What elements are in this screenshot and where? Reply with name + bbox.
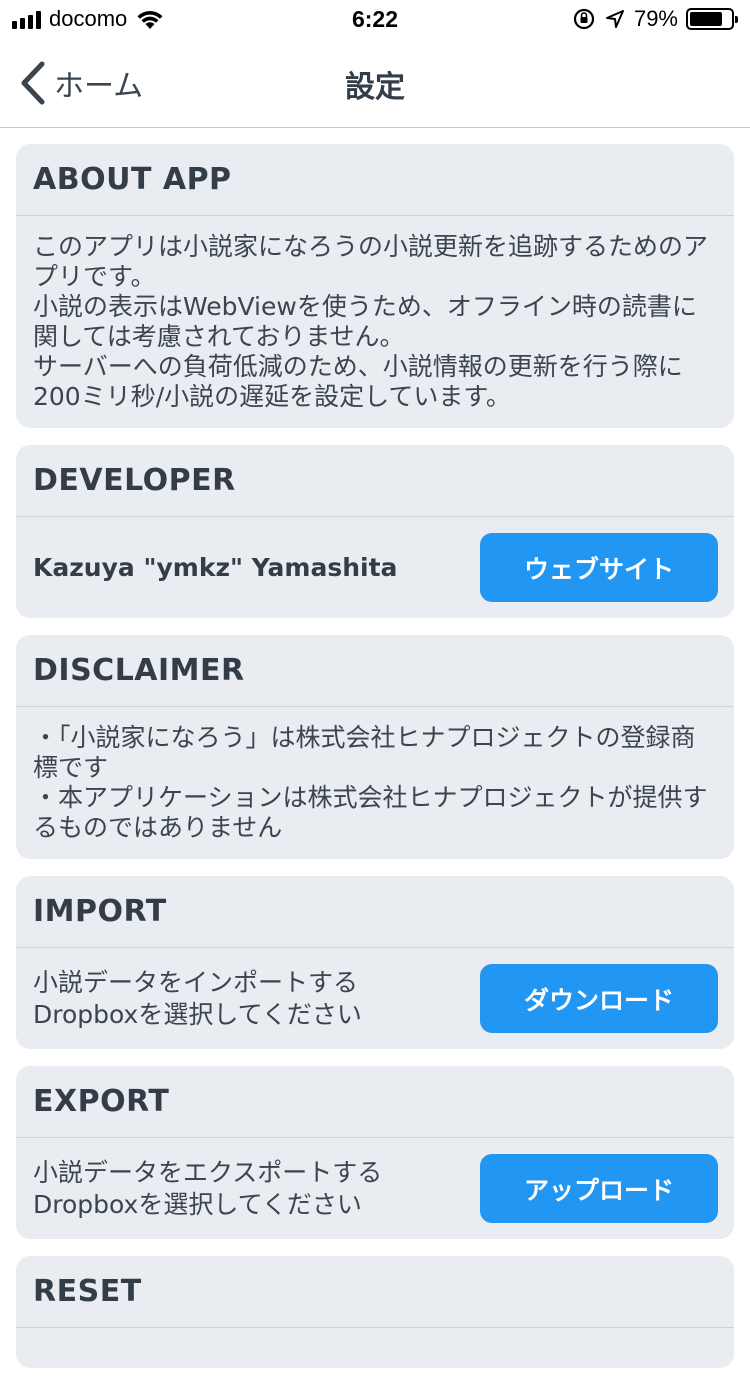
battery-fill [690, 12, 722, 26]
import-line: 小説データをインポートする [33, 967, 359, 997]
about-paragraph: 小説の表示はWebViewを使うため、オフライン時の読書に関しては考慮されており… [33, 292, 697, 351]
developer-card: DEVELOPER Kazuya "ymkz" Yamashita ウェブサイト [16, 445, 734, 618]
location-icon [605, 10, 624, 28]
import-heading: IMPORT [16, 876, 734, 948]
disclaimer-item: ・「小説家になろう」は株式会社ヒナプロジェクトの登録商標です [33, 723, 696, 782]
about-body: このアプリは小説家になろうの小説更新を追跡するためのアプリです。 小説の表示はW… [16, 216, 734, 428]
about-paragraph: サーバーへの負荷低減のため、小説情報の更新を行う際に200ミリ秒/小説の遅延を設… [33, 352, 683, 411]
developer-name: Kazuya "ymkz" Yamashita [33, 553, 398, 582]
website-button[interactable]: ウェブサイト [480, 533, 718, 602]
reset-heading: RESET [16, 1256, 734, 1328]
disclaimer-item: ・本アプリケーションは株式会社ヒナプロジェクトが提供するものではありません [33, 783, 708, 842]
disclaimer-heading: DISCLAIMER [16, 635, 734, 707]
about-paragraph: このアプリは小説家になろうの小説更新を追跡するためのアプリです。 [33, 232, 709, 291]
export-line: 小説データをエクスポートする [33, 1157, 383, 1187]
developer-row: Kazuya "ymkz" Yamashita ウェブサイト [16, 517, 734, 618]
export-description: 小説データをエクスポートする Dropboxを選択してください [33, 1157, 382, 1221]
import-description: 小説データをインポートする Dropboxを選択してください [33, 967, 362, 1031]
download-button[interactable]: ダウンロード [480, 964, 718, 1033]
import-line: Dropboxを選択してください [33, 999, 362, 1029]
developer-heading: DEVELOPER [16, 445, 734, 517]
export-card: EXPORT 小説データをエクスポートする Dropboxを選択してください ア… [16, 1066, 734, 1239]
battery-percent: 79% [633, 6, 678, 31]
about-card: ABOUT APP このアプリは小説家になろうの小説更新を追跡するためのアプリで… [16, 144, 734, 428]
export-line: Dropboxを選択してください [33, 1189, 362, 1219]
import-row: 小説データをインポートする Dropboxを選択してください ダウンロード [16, 948, 734, 1049]
disclaimer-card: DISCLAIMER ・「小説家になろう」は株式会社ヒナプロジェクトの登録商標で… [16, 635, 734, 859]
status-right: 79% [572, 6, 738, 32]
page-title: 設定 [345, 70, 405, 105]
battery-icon [686, 8, 738, 30]
export-row: 小説データをエクスポートする Dropboxを選択してください アップロード [16, 1138, 734, 1239]
orientation-lock-icon [573, 8, 595, 30]
navigation-bar: ホーム 設定 [0, 40, 750, 128]
status-bar: docomo 6:22 79% [0, 0, 750, 40]
upload-button[interactable]: アップロード [480, 1154, 718, 1223]
reset-card: RESET [16, 1256, 734, 1368]
about-heading: ABOUT APP [16, 144, 734, 216]
settings-content: ABOUT APP このアプリは小説家になろうの小説更新を追跡するためのアプリで… [16, 144, 734, 1385]
export-heading: EXPORT [16, 1066, 734, 1138]
import-card: IMPORT 小説データをインポートする Dropboxを選択してください ダウ… [16, 876, 734, 1049]
disclaimer-body: ・「小説家になろう」は株式会社ヒナプロジェクトの登録商標です ・本アプリケーショ… [16, 707, 734, 859]
